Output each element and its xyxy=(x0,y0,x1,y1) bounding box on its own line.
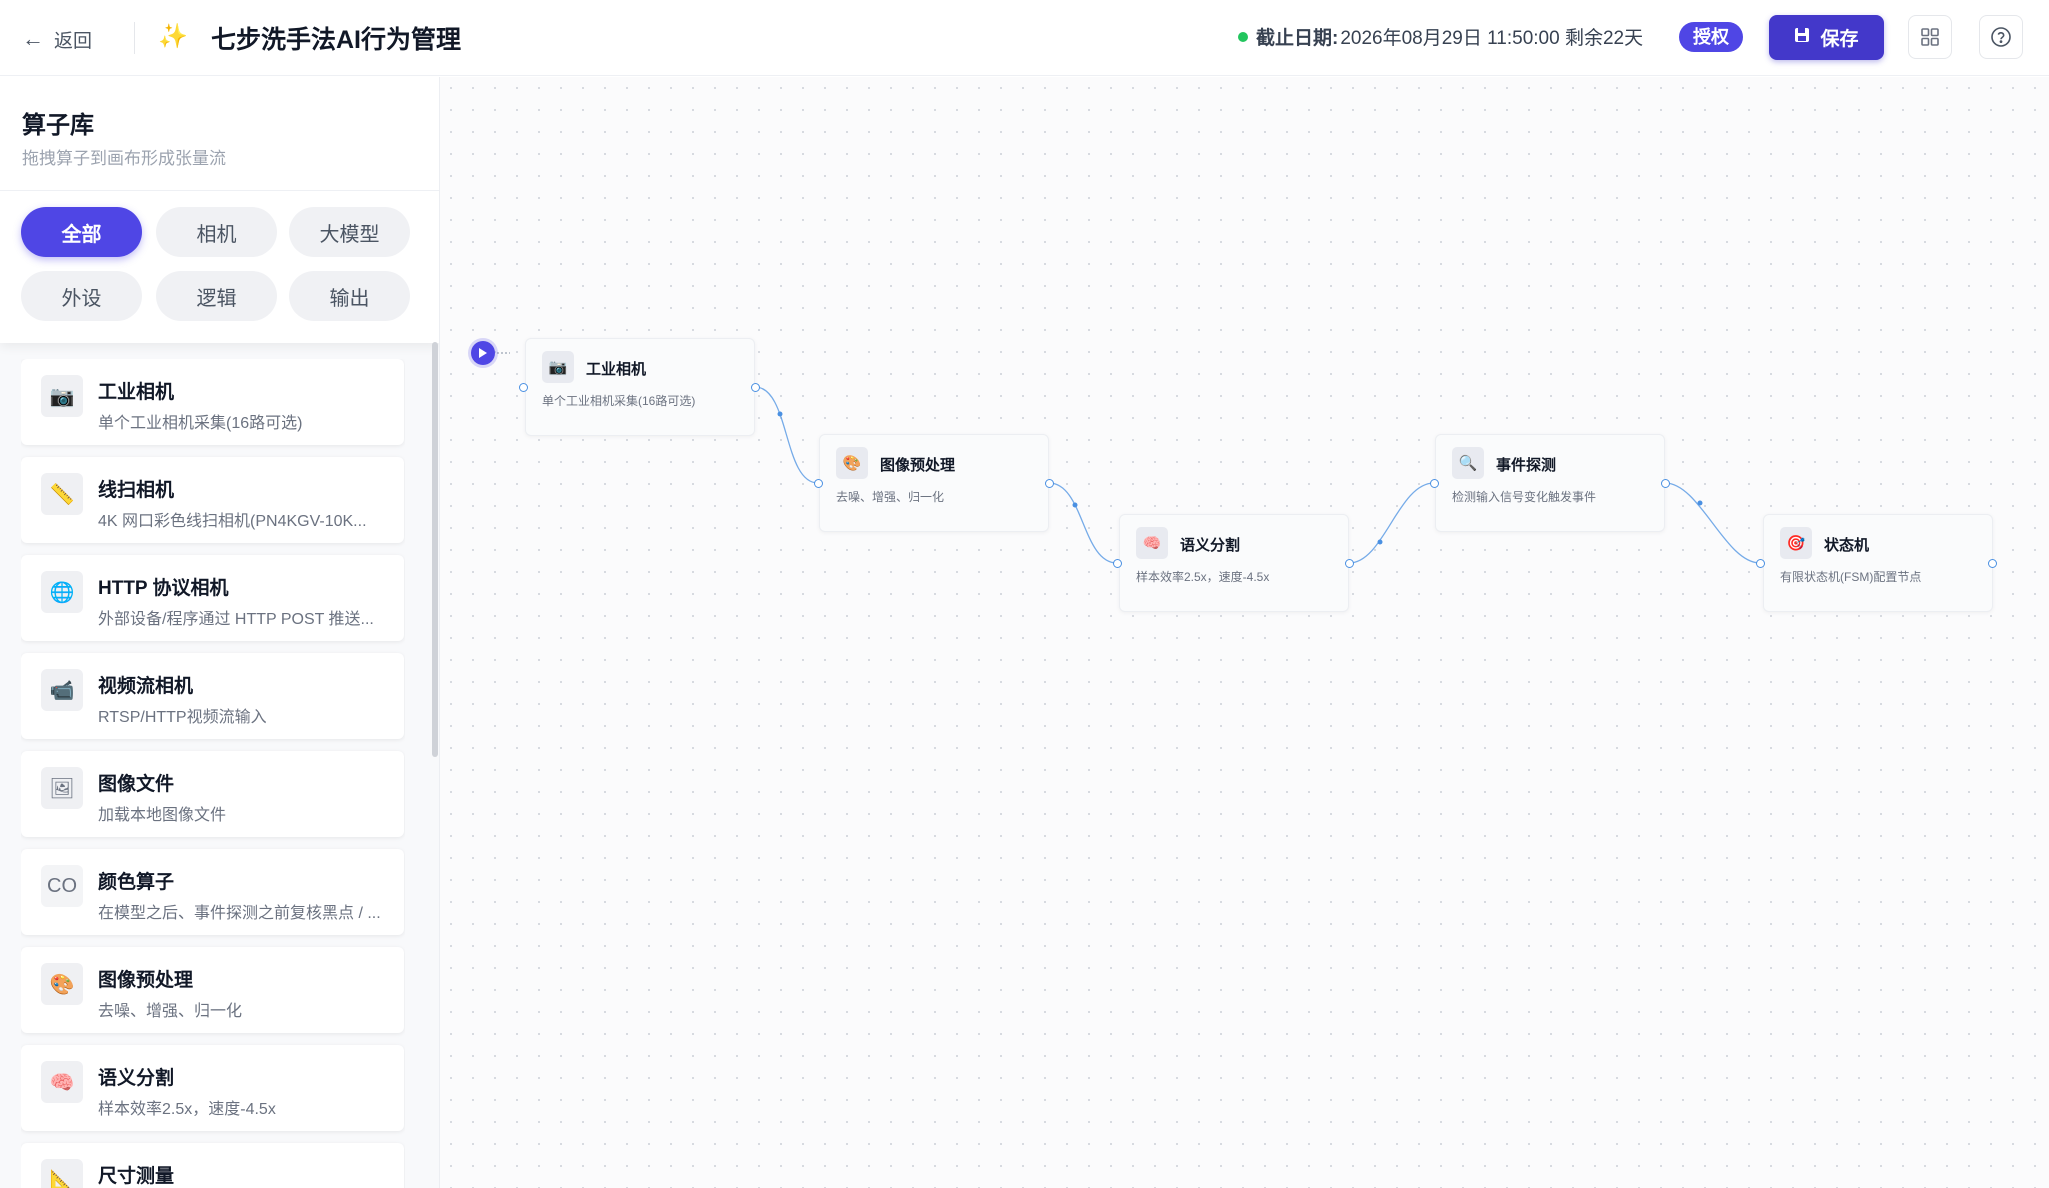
edge-midpoint xyxy=(777,411,783,417)
output-port[interactable] xyxy=(1988,559,1997,568)
palette-icon: 🎨 xyxy=(836,447,868,479)
flow-edges xyxy=(497,352,1761,564)
edge-midpoint xyxy=(1072,502,1078,508)
brain-icon: 🧠 xyxy=(1136,527,1168,559)
input-port[interactable] xyxy=(1430,479,1439,488)
edge-preprocess-to-segmentation xyxy=(1048,482,1118,564)
node-desc: 单个工业相机采集(16路可选) xyxy=(542,394,696,408)
node-image-preprocess[interactable]: 🎨 图像预处理 去噪、增强、归一化 xyxy=(819,434,1049,532)
edge-event-to-fsm xyxy=(1664,482,1761,564)
node-semantic-segmentation[interactable]: 🧠 语义分割 样本效率2.5x，速度-4.5x xyxy=(1119,514,1349,612)
node-title: 工业相机 xyxy=(586,361,647,378)
edge-midpoint xyxy=(1377,539,1383,545)
output-port[interactable] xyxy=(1661,479,1670,488)
node-desc: 样本效率2.5x，速度-4.5x xyxy=(1136,570,1270,584)
target-icon: 🎯 xyxy=(1780,527,1812,559)
node-state-machine[interactable]: 🎯 状态机 有限状态机(FSM)配置节点 xyxy=(1763,514,1993,612)
output-port[interactable] xyxy=(751,383,760,392)
node-industrial-camera[interactable]: 📷 工业相机 单个工业相机采集(16路可选) xyxy=(525,338,755,436)
node-title: 状态机 xyxy=(1824,537,1870,554)
input-port[interactable] xyxy=(1113,559,1122,568)
node-desc: 去噪、增强、归一化 xyxy=(836,490,945,504)
input-port[interactable] xyxy=(519,383,528,392)
play-icon xyxy=(479,348,487,358)
node-desc: 检测输入信号变化触发事件 xyxy=(1452,490,1597,504)
start-run-button[interactable] xyxy=(471,341,495,365)
node-desc: 有限状态机(FSM)配置节点 xyxy=(1780,570,1922,584)
input-port[interactable] xyxy=(1756,559,1765,568)
camera-icon: 📷 xyxy=(542,351,574,383)
output-port[interactable] xyxy=(1345,559,1354,568)
output-port[interactable] xyxy=(1045,479,1054,488)
node-title: 事件探测 xyxy=(1496,457,1557,474)
node-title: 图像预处理 xyxy=(880,457,956,474)
node-event-detection[interactable]: 🔍 事件探测 检测输入信号变化触发事件 xyxy=(1435,434,1665,532)
node-title: 语义分割 xyxy=(1180,537,1241,554)
magnifier-icon: 🔍 xyxy=(1452,447,1484,479)
input-port[interactable] xyxy=(814,479,823,488)
edge-midpoint xyxy=(1697,500,1703,506)
edge-segmentation-to-event xyxy=(1348,482,1435,564)
edge-camera-to-preprocess xyxy=(754,386,819,484)
